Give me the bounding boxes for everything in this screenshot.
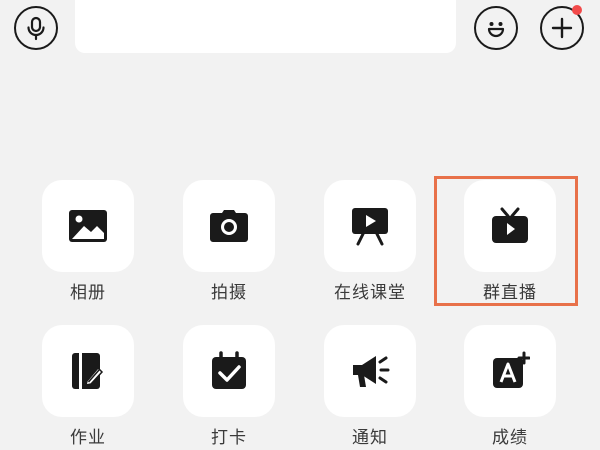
tile-group-live[interactable]: 群直播 bbox=[460, 180, 560, 303]
chat-input-bar bbox=[0, 0, 600, 58]
image-icon bbox=[69, 210, 107, 242]
calendar-check-icon bbox=[212, 351, 246, 389]
tile-notice[interactable]: 通知 bbox=[320, 325, 420, 448]
tile-group-live-label: 群直播 bbox=[483, 283, 537, 303]
tile-notice-label: 通知 bbox=[352, 428, 388, 448]
tile-online-class-label: 在线课堂 bbox=[334, 283, 406, 303]
presentation-board-icon bbox=[352, 208, 388, 246]
tile-homework-box[interactable] bbox=[42, 325, 134, 417]
tile-album-box[interactable] bbox=[42, 180, 134, 272]
tile-grades[interactable]: 成绩 bbox=[460, 325, 560, 448]
tile-group-live-box[interactable] bbox=[464, 180, 556, 272]
megaphone-icon bbox=[353, 356, 390, 387]
tile-grades-box[interactable] bbox=[464, 325, 556, 417]
tile-camera[interactable]: 拍摄 bbox=[179, 180, 279, 303]
tile-online-class[interactable]: 在线课堂 bbox=[320, 180, 420, 303]
tile-checkin-label: 打卡 bbox=[211, 428, 247, 448]
notification-dot bbox=[572, 5, 582, 15]
tile-homework[interactable]: 作业 bbox=[38, 325, 138, 448]
notebook-pen-icon bbox=[72, 353, 104, 389]
tile-album-label: 相册 bbox=[70, 283, 106, 303]
tile-checkin-box[interactable] bbox=[183, 325, 275, 417]
voice-input-button[interactable] bbox=[14, 6, 58, 50]
tile-notice-box[interactable] bbox=[324, 325, 416, 417]
tile-camera-box[interactable] bbox=[183, 180, 275, 272]
tv-play-icon bbox=[492, 207, 528, 243]
message-input[interactable] bbox=[75, 0, 456, 53]
plus-icon bbox=[551, 17, 573, 39]
tile-online-class-box[interactable] bbox=[324, 180, 416, 272]
tile-camera-label: 拍摄 bbox=[211, 283, 247, 303]
camera-icon bbox=[210, 210, 248, 242]
tile-checkin[interactable]: 打卡 bbox=[179, 325, 279, 448]
tile-grades-label: 成绩 bbox=[492, 428, 528, 448]
smiley-icon bbox=[487, 22, 505, 38]
grade-a-plus-icon bbox=[493, 351, 530, 388]
microphone-icon bbox=[27, 16, 45, 41]
tile-homework-label: 作业 bbox=[70, 428, 106, 448]
tile-album[interactable]: 相册 bbox=[38, 180, 138, 303]
emoji-button[interactable] bbox=[474, 6, 518, 50]
